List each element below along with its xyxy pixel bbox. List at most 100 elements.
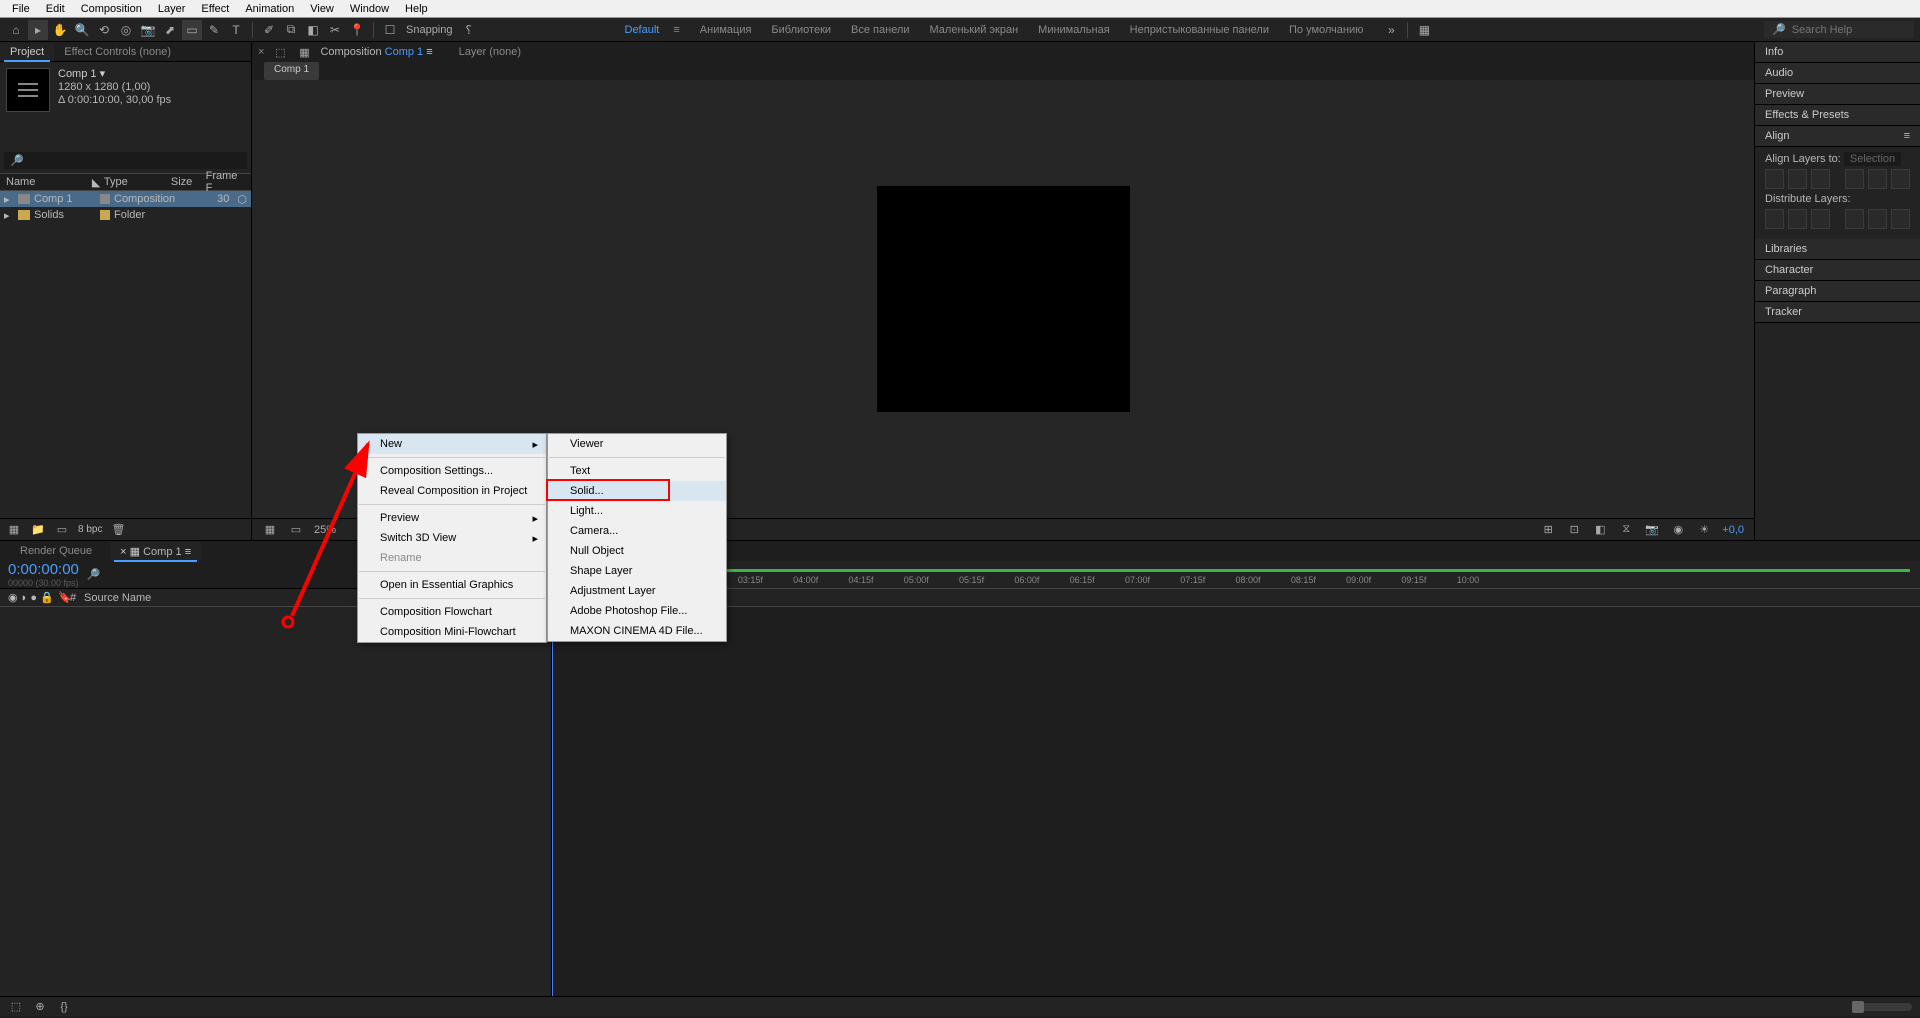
menu-composition[interactable]: Composition xyxy=(73,2,150,16)
camera-tool-icon[interactable]: 📷 xyxy=(138,20,158,40)
panel-paragraph[interactable]: Paragraph xyxy=(1755,281,1920,302)
comp-subtab[interactable]: Comp 1 xyxy=(264,62,319,80)
menu-item[interactable]: Shape Layer xyxy=(548,561,726,581)
menu-item[interactable]: Adobe Photoshop File... xyxy=(548,601,726,621)
menu-animation[interactable]: Animation xyxy=(237,2,302,16)
tab-project[interactable]: Project xyxy=(0,43,54,61)
project-list[interactable]: ▸Comp 1Composition30⬡▸SolidsFolder xyxy=(0,191,251,518)
context-menu-new[interactable]: Viewer TextSolid...Light...Camera...Null … xyxy=(547,433,727,642)
menu-item[interactable]: Light... xyxy=(548,501,726,521)
menu-item[interactable]: Composition Flowchart xyxy=(358,602,546,622)
workspace-tab[interactable]: Маленький экран xyxy=(926,22,1023,38)
menu-item[interactable]: New xyxy=(358,434,546,454)
panel-menu-icon[interactable]: ▦ xyxy=(1414,20,1434,40)
menu-item[interactable]: Camera... xyxy=(548,521,726,541)
res-icon[interactable]: ▭ xyxy=(288,522,304,538)
brush-tool-icon[interactable]: ✐ xyxy=(259,20,279,40)
workspace-tab[interactable]: Все панели xyxy=(847,22,913,38)
exposure-icon[interactable]: ☀ xyxy=(1696,522,1712,538)
tab-timeline-comp[interactable]: × ▦ Comp 1 ≡ xyxy=(110,542,201,561)
close-tab-icon[interactable]: × xyxy=(258,46,264,58)
home-icon[interactable]: ⌂ xyxy=(6,20,26,40)
pen-tool-icon[interactable]: ✎ xyxy=(204,20,224,40)
menu-item[interactable]: Null Object xyxy=(548,541,726,561)
menu-edit[interactable]: Edit xyxy=(38,2,73,16)
menu-item[interactable]: Text xyxy=(548,461,726,481)
comp-thumbnail[interactable] xyxy=(6,68,50,112)
bpc-label[interactable]: 8 bpc xyxy=(78,524,102,535)
context-menu-main[interactable]: New Composition Settings...Reveal Composi… xyxy=(357,433,547,643)
lock-icon[interactable]: ⬚ xyxy=(272,44,288,60)
workspace-tab[interactable]: Минимальная xyxy=(1034,22,1114,38)
menu-item[interactable]: Preview xyxy=(358,508,546,528)
tab-effect-controls[interactable]: Effect Controls (none) xyxy=(54,43,181,61)
trash-icon[interactable]: 🗑 xyxy=(110,522,126,538)
project-search-input[interactable] xyxy=(24,155,241,167)
menu-item[interactable]: Viewer xyxy=(548,434,726,454)
hand-tool-icon[interactable]: ✋ xyxy=(50,20,70,40)
toggle-switches-icon[interactable]: ⬚ xyxy=(8,999,24,1015)
panel-character[interactable]: Character xyxy=(1755,260,1920,281)
menu-view[interactable]: View xyxy=(302,2,342,16)
snapshot-icon[interactable]: 📷 xyxy=(1644,522,1660,538)
comp-viewer-label[interactable]: Composition Comp 1 ≡ xyxy=(320,46,432,58)
project-item[interactable]: ▸Comp 1Composition30⬡ xyxy=(0,191,251,207)
menu-item[interactable]: Composition Mini-Flowchart xyxy=(358,622,546,642)
menu-file[interactable]: File xyxy=(4,2,38,16)
panel-tracker[interactable]: Tracker xyxy=(1755,302,1920,323)
project-search[interactable]: 🔎 xyxy=(4,152,247,169)
grid-icon[interactable]: ⊞ xyxy=(1540,522,1556,538)
panel-align[interactable]: Align≡ xyxy=(1755,126,1920,147)
selection-tool-icon[interactable]: ▸ xyxy=(28,20,48,40)
timeline-tracks[interactable] xyxy=(552,607,1920,996)
workspace-menu-icon[interactable]: » xyxy=(1381,20,1401,40)
snap-opt-icon[interactable]: ⸮ xyxy=(459,20,479,40)
interpret-icon[interactable]: ▦ xyxy=(6,522,22,538)
comp-name[interactable]: Comp 1 ▾ xyxy=(58,68,171,81)
workspace-tab[interactable]: Default xyxy=(621,22,664,38)
text-tool-icon[interactable]: T xyxy=(226,20,246,40)
mag-icon[interactable]: ▦ xyxy=(262,522,278,538)
zoom-value[interactable]: 25% xyxy=(314,524,336,536)
eraser-tool-icon[interactable]: ◧ xyxy=(303,20,323,40)
menu-item[interactable]: Solid... xyxy=(548,481,726,501)
toggle-brackets-icon[interactable]: {} xyxy=(56,999,72,1015)
menu-item[interactable]: Composition Settings... xyxy=(358,461,546,481)
layer-viewer-label[interactable]: Layer (none) xyxy=(459,46,521,58)
roto-tool-icon[interactable]: ✂ xyxy=(325,20,345,40)
menu-item[interactable]: Reveal Composition in Project xyxy=(358,481,546,501)
zoom-slider[interactable] xyxy=(1852,1003,1912,1011)
workspace-tab[interactable]: По умолчанию xyxy=(1285,22,1367,38)
guides-icon[interactable]: ⊡ xyxy=(1566,522,1582,538)
panel-preview[interactable]: Preview xyxy=(1755,84,1920,105)
exposure-value[interactable]: +0,0 xyxy=(1722,524,1744,536)
panel-effects-presets[interactable]: Effects & Presets xyxy=(1755,105,1920,126)
pan-behind-icon[interactable]: ⬈ xyxy=(160,20,180,40)
snapping-label[interactable]: Snapping xyxy=(402,24,457,36)
layer-list[interactable] xyxy=(0,607,552,996)
panel-audio[interactable]: Audio xyxy=(1755,63,1920,84)
panel-libraries[interactable]: Libraries xyxy=(1755,239,1920,260)
new-comp-icon[interactable]: ▭ xyxy=(54,522,70,538)
search-help[interactable]: 🔎 xyxy=(1764,21,1914,38)
workspace-tab[interactable]: Анимация xyxy=(696,22,756,38)
time-ruler[interactable]: 02:00f02:15f03:00f03:15f04:00f04:15f05:0… xyxy=(552,561,1920,589)
menu-item[interactable]: Switch 3D View xyxy=(358,528,546,548)
time-icon[interactable]: ⧖ xyxy=(1618,522,1634,538)
canvas[interactable] xyxy=(877,186,1130,412)
rotate-tool-icon[interactable]: ◎ xyxy=(116,20,136,40)
snap-icon[interactable]: ☐ xyxy=(380,20,400,40)
project-item[interactable]: ▸SolidsFolder xyxy=(0,207,251,223)
menu-help[interactable]: Help xyxy=(397,2,436,16)
work-area-bar[interactable] xyxy=(552,569,1910,572)
menu-effect[interactable]: Effect xyxy=(193,2,237,16)
timecode[interactable]: 0:00:00:00 xyxy=(8,561,79,578)
workspace-tab[interactable]: Непристыкованные панели xyxy=(1126,22,1273,38)
menu-item[interactable]: Adjustment Layer xyxy=(548,581,726,601)
puppet-tool-icon[interactable]: 📍 xyxy=(347,20,367,40)
menu-layer[interactable]: Layer xyxy=(150,2,194,16)
zoom-tool-icon[interactable]: 🔍 xyxy=(72,20,92,40)
tab-render-queue[interactable]: Render Queue xyxy=(10,542,102,560)
channel-icon[interactable]: ◉ xyxy=(1670,522,1686,538)
menu-window[interactable]: Window xyxy=(342,2,397,16)
